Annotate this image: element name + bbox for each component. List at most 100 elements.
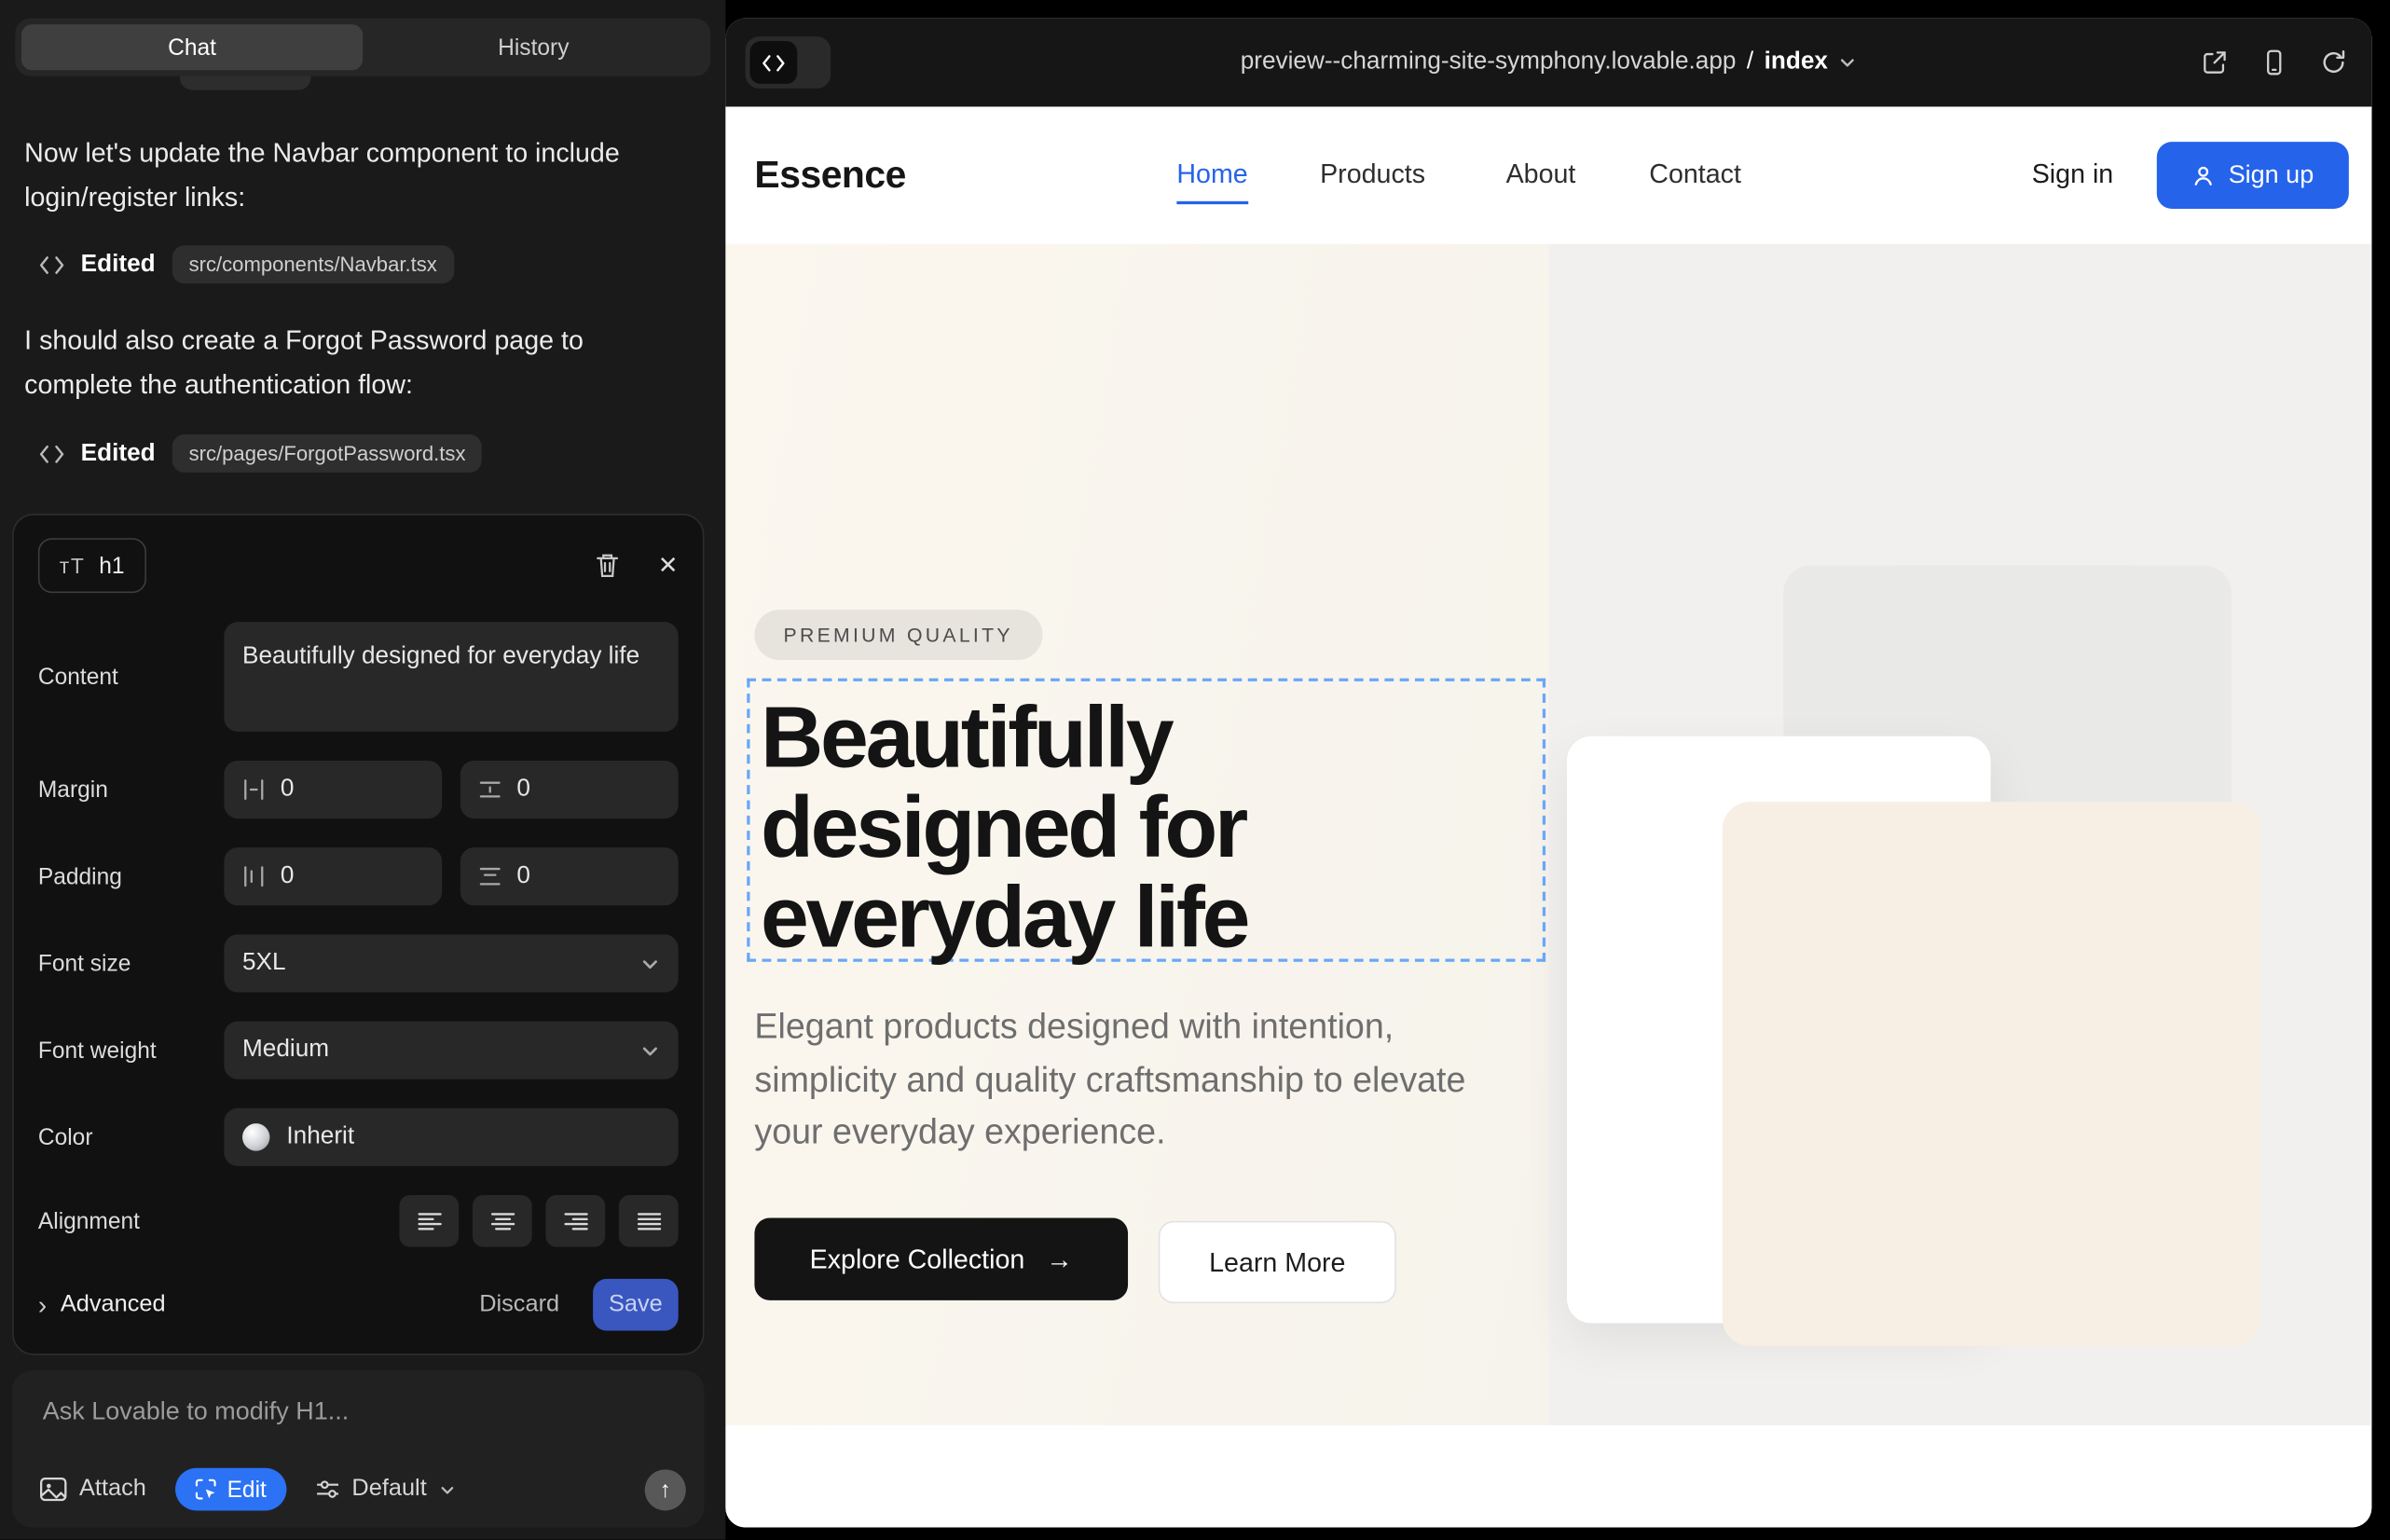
font-size-label: Font size <box>38 951 224 977</box>
font-size-select[interactable]: 5XL <box>224 934 678 992</box>
align-justify-button[interactable] <box>619 1195 679 1247</box>
color-label: Color <box>38 1124 224 1150</box>
hero-section: PREMIUM QUALITY Beautifully designed for… <box>725 244 2371 1425</box>
selected-element-tag[interactable]: тT h1 <box>38 538 146 593</box>
chat-composer: Attach Edit Default <box>12 1370 704 1527</box>
code-icon <box>40 255 64 274</box>
open-in-new-tab-button[interactable] <box>2201 48 2228 76</box>
advanced-toggle[interactable]: › Advanced <box>38 1291 166 1318</box>
sliders-icon <box>315 1478 339 1500</box>
align-right-icon <box>563 1212 587 1231</box>
edited-label: Edited <box>81 440 156 467</box>
padding-vertical-icon <box>478 866 501 887</box>
font-weight-label: Font weight <box>38 1038 224 1064</box>
close-icon: ✕ <box>658 550 679 581</box>
preview-actions <box>2201 19 2347 107</box>
hero-paragraph[interactable]: Elegant products designed with intention… <box>754 1000 1504 1158</box>
send-button[interactable]: ↑ <box>645 1469 686 1510</box>
url-dropdown[interactable]: preview--charming-site-symphony.lovable.… <box>725 19 2371 107</box>
margin-x-input[interactable]: 0 <box>224 761 442 818</box>
margin-label: Margin <box>38 777 224 803</box>
heading-line: everyday life <box>761 873 1247 963</box>
edit-mode-button[interactable]: Edit <box>175 1468 286 1511</box>
arrow-right-icon: → <box>1046 1244 1073 1275</box>
code-toggle-button[interactable] <box>750 41 798 84</box>
preview-browser-frame: preview--charming-site-symphony.lovable.… <box>725 19 2371 1528</box>
heading-line: Beautifully <box>761 694 1247 783</box>
delete-element-button[interactable] <box>594 552 620 579</box>
nav-link-products[interactable]: Products <box>1320 158 1425 190</box>
padding-horizontal-icon <box>242 866 266 887</box>
padding-x-input[interactable]: 0 <box>224 847 442 905</box>
padding-x-value: 0 <box>281 863 295 890</box>
nav-link-home[interactable]: Home <box>1176 158 1247 204</box>
tab-chat[interactable]: Chat <box>21 24 363 70</box>
align-left-button[interactable] <box>399 1195 459 1247</box>
align-left-icon <box>417 1212 441 1231</box>
learn-more-button[interactable]: Learn More <box>1159 1221 1396 1303</box>
assistant-message: Now let's update the Navbar component to… <box>24 131 680 220</box>
chevron-down-icon <box>1838 53 1857 72</box>
file-badge[interactable]: src/components/Navbar.tsx <box>172 245 454 283</box>
margin-y-input[interactable]: 0 <box>460 761 679 818</box>
editor-header: тT h1 ✕ <box>38 538 679 593</box>
edited-label: Edited <box>81 251 156 278</box>
signup-button[interactable]: Sign up <box>2157 142 2349 209</box>
padding-label: Padding <box>38 863 224 889</box>
font-size-value: 5XL <box>242 950 286 977</box>
code-view-toggle <box>746 36 831 89</box>
h1-selection-outline[interactable]: Beautifully designed for everyday life <box>747 679 1545 962</box>
editor-footer: › Advanced Discard Save <box>38 1279 679 1331</box>
align-justify-icon <box>637 1212 661 1231</box>
hero-card-cream <box>1723 802 2260 1346</box>
file-badge[interactable]: src/pages/ForgotPassword.tsx <box>172 434 483 473</box>
padding-y-input[interactable]: 0 <box>460 847 679 905</box>
alignment-row: Alignment <box>38 1195 679 1247</box>
phone-icon <box>2260 48 2287 76</box>
user-icon <box>2191 164 2215 187</box>
app-window: Chat History Now let's update the Navbar… <box>0 0 2390 1540</box>
margin-x-value: 0 <box>281 776 295 803</box>
font-weight-value: Medium <box>242 1037 329 1064</box>
nav-link-contact[interactable]: Contact <box>1649 158 1741 190</box>
signin-link[interactable]: Sign in <box>2032 158 2114 190</box>
element-editor-panel: тT h1 ✕ Content Beautifu <box>12 514 704 1355</box>
margin-row: Margin 0 0 <box>38 761 679 818</box>
default-model-selector[interactable]: Default <box>315 1476 456 1503</box>
close-editor-button[interactable]: ✕ <box>658 550 679 581</box>
preview-topbar: preview--charming-site-symphony.lovable.… <box>725 19 2371 107</box>
align-right-button[interactable] <box>545 1195 605 1247</box>
preview-path: index <box>1765 48 1828 76</box>
save-button[interactable]: Save <box>593 1279 679 1331</box>
chevron-right-icon: › <box>38 1292 47 1318</box>
site-navbar: Essence Home Products About Contact Sign… <box>725 106 2371 243</box>
attach-button[interactable]: Attach <box>40 1476 146 1503</box>
assistant-message: I should also create a Forgot Password p… <box>24 319 680 407</box>
content-input[interactable]: Beautifully designed for everyday life <box>224 622 678 732</box>
color-select[interactable]: Inherit <box>224 1108 678 1166</box>
signup-label: Sign up <box>2229 161 2314 190</box>
site-brand[interactable]: Essence <box>754 154 905 198</box>
edited-file-row: Edited src/pages/ForgotPassword.tsx <box>40 434 483 473</box>
refresh-button[interactable] <box>2320 48 2347 76</box>
font-weight-select[interactable]: Medium <box>224 1022 678 1079</box>
explore-collection-label: Explore Collection <box>810 1244 1025 1275</box>
align-center-button[interactable] <box>473 1195 532 1247</box>
chevron-down-icon <box>640 954 660 973</box>
edit-select-icon <box>195 1478 216 1500</box>
composer-input[interactable] <box>43 1397 667 1426</box>
mobile-preview-button[interactable] <box>2260 48 2287 76</box>
default-label: Default <box>351 1476 426 1503</box>
hero-heading[interactable]: Beautifully designed for everyday life <box>761 694 1247 963</box>
alignment-label: Alignment <box>38 1208 224 1234</box>
padding-y-value: 0 <box>516 863 530 890</box>
explore-collection-button[interactable]: Explore Collection → <box>754 1218 1128 1300</box>
discard-button[interactable]: Discard <box>479 1291 559 1318</box>
chevron-down-icon <box>640 1040 660 1060</box>
tab-history[interactable]: History <box>363 24 704 70</box>
nav-link-about[interactable]: About <box>1506 158 1576 190</box>
site-preview: Essence Home Products About Contact Sign… <box>725 106 2371 1527</box>
chevron-down-icon <box>439 1481 456 1498</box>
chat-history-tabs: Chat History <box>15 19 710 76</box>
code-icon <box>40 445 64 463</box>
